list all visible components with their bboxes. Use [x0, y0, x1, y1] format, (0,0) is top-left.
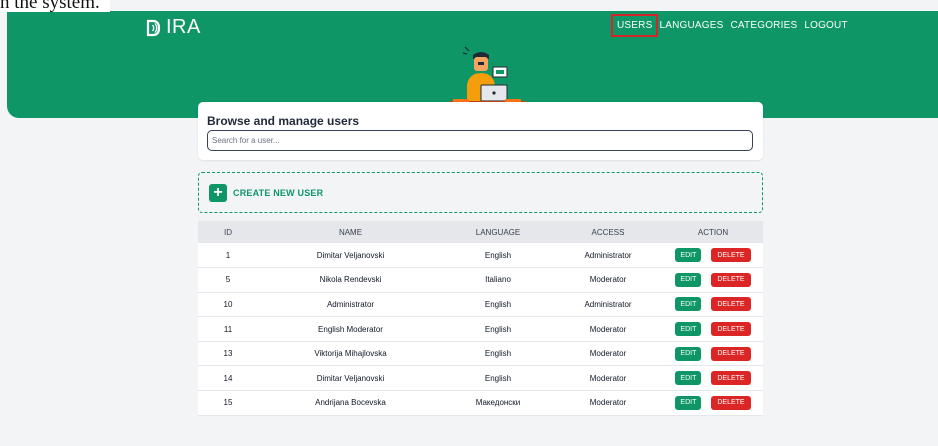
cell-language: English — [484, 324, 512, 334]
cell-action: EDIT DELETE — [663, 341, 763, 366]
cell-access: Moderator — [589, 324, 627, 334]
main-nav: USERS LANGUAGES CATEGORIES LOGOUT — [610, 14, 855, 37]
cell-name: Nikola Rendevski — [319, 275, 382, 285]
delete-button[interactable]: DELETE — [711, 371, 751, 386]
nav-item-categories[interactable]: CATEGORIES — [731, 20, 798, 31]
table-row: 13 Viktorija Mihajlovska English Moderat… — [198, 341, 763, 366]
table-row: 10 Administrator English Administrator E… — [198, 292, 763, 317]
cell-access: Administrator — [584, 250, 632, 260]
cell-action: EDIT DELETE — [663, 391, 763, 416]
edit-button[interactable]: EDIT — [675, 346, 702, 361]
cell-action: EDIT DELETE — [663, 268, 763, 293]
edit-button[interactable]: EDIT — [675, 322, 702, 337]
cell-access: Moderator — [589, 398, 627, 408]
delete-button[interactable]: DELETE — [711, 322, 751, 337]
delete-button[interactable]: DELETE — [711, 248, 751, 263]
table-row: 5 Nikola Rendevski Italiano Moderator ED… — [198, 267, 763, 293]
column-header-id: ID — [224, 227, 232, 237]
cell-name: Dimitar Veljanovski — [316, 373, 385, 383]
cell-language: English — [484, 250, 512, 260]
cell-action: EDIT DELETE — [663, 366, 763, 391]
column-header-action: ACTION — [697, 227, 729, 237]
cell-name: Viktorija Mihajlovska — [314, 349, 387, 359]
plus-icon: + — [209, 183, 227, 202]
cell-language: English — [484, 299, 512, 309]
page-title: Browse and manage users — [207, 114, 360, 128]
delete-button[interactable]: DELETE — [711, 395, 751, 410]
cell-id: 11 — [223, 324, 233, 334]
logo-signal-icon — [146, 19, 166, 37]
nav-item-users[interactable]: USERS — [610, 14, 659, 37]
table-row: 1 Dimitar Veljanovski English Administra… — [198, 243, 763, 268]
edit-button[interactable]: EDIT — [675, 272, 702, 287]
cell-name: Dimitar Veljanovski — [316, 250, 385, 260]
column-header-name: NAME — [338, 227, 363, 237]
edit-button[interactable]: EDIT — [675, 371, 702, 386]
table-row: 11 English Moderator English Moderator E… — [198, 316, 763, 342]
cell-id: 15 — [223, 398, 233, 408]
table-row: 15 Andrijana Bocevska Македонски Moderat… — [198, 390, 763, 416]
browse-users-card: Browse and manage users — [198, 102, 763, 160]
cell-name: Administrator — [326, 299, 375, 309]
cell-id: 14 — [223, 373, 233, 383]
cell-language: English — [484, 373, 512, 383]
table-row: 14 Dimitar Veljanovski English Moderator… — [198, 365, 763, 391]
logo-text: IRA — [166, 16, 201, 38]
nav-item-logout[interactable]: LOGOUT — [804, 20, 847, 31]
create-user-button[interactable]: + CREATE NEW USER — [198, 172, 763, 213]
delete-button[interactable]: DELETE — [711, 346, 751, 361]
cell-language: Italiano — [485, 275, 511, 285]
cell-access: Moderator — [589, 349, 627, 359]
cell-name: English Moderator — [318, 324, 383, 334]
edit-button[interactable]: EDIT — [675, 248, 702, 263]
cell-language: English — [484, 349, 512, 359]
cell-language: Македонски — [475, 398, 521, 408]
cell-id: 10 — [223, 299, 233, 309]
cell-id: 5 — [225, 275, 231, 285]
cell-action: EDIT DELETE — [663, 317, 763, 342]
cell-id: 13 — [223, 349, 233, 359]
cell-action: EDIT DELETE — [663, 292, 763, 317]
cell-access: Moderator — [589, 373, 627, 383]
cell-name: Andrijana Bocevska — [315, 398, 386, 408]
delete-button[interactable]: DELETE — [711, 272, 751, 287]
table-header-row: ID NAME LANGUAGE ACCESS ACTION — [198, 221, 763, 243]
delete-button[interactable]: DELETE — [711, 297, 751, 312]
column-header-language: LANGUAGE — [475, 227, 521, 237]
cell-action: EDIT DELETE — [663, 243, 763, 268]
create-user-label: CREATE NEW USER — [233, 187, 324, 198]
edit-button[interactable]: EDIT — [675, 395, 702, 410]
document-caption: n the system. — [0, 0, 110, 13]
cell-access: Moderator — [589, 275, 627, 285]
search-input[interactable] — [207, 130, 753, 151]
nav-item-languages[interactable]: LANGUAGES — [659, 20, 723, 31]
cell-access: Administrator — [584, 299, 632, 309]
cell-id: 1 — [225, 250, 231, 260]
column-header-access: ACCESS — [591, 227, 625, 237]
edit-button[interactable]: EDIT — [675, 297, 702, 312]
app-logo[interactable]: IRA — [146, 16, 201, 39]
users-table: ID NAME LANGUAGE ACCESS ACTION 1 Dimitar… — [198, 221, 763, 416]
